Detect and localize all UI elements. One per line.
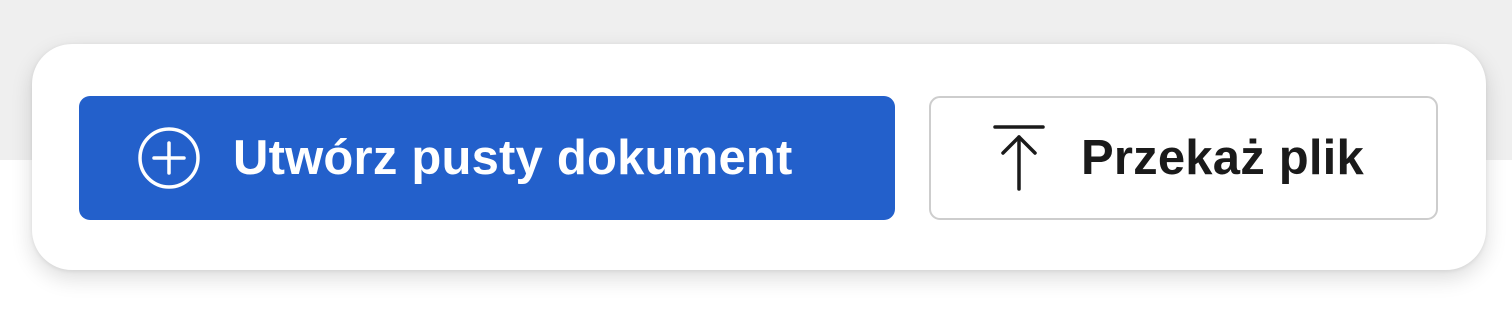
create-blank-document-button[interactable]: Utwórz pusty dokument bbox=[79, 96, 895, 220]
plus-circle-icon bbox=[137, 126, 201, 190]
create-blank-document-label: Utwórz pusty dokument bbox=[233, 130, 793, 185]
upload-file-label: Przekaż plik bbox=[1081, 130, 1364, 185]
upload-icon bbox=[991, 123, 1047, 193]
action-card: Utwórz pusty dokument Przekaż plik bbox=[32, 44, 1486, 270]
upload-file-button[interactable]: Przekaż plik bbox=[929, 96, 1438, 220]
